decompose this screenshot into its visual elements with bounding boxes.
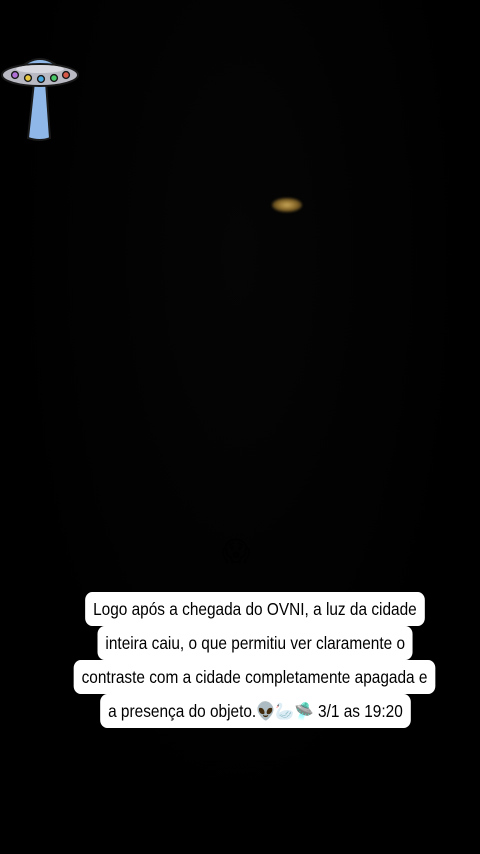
scream-emoji-icon: 😱 xyxy=(221,535,251,568)
caption-line: inteira caiu, o que permitiu ver clarame… xyxy=(97,626,413,660)
ufo-sticker-icon xyxy=(0,50,84,144)
ufo-light xyxy=(272,198,302,212)
story-caption: Logo após a chegada do OVNI, a luz da ci… xyxy=(30,592,480,728)
caption-line: Logo após a chegada do OVNI, a luz da ci… xyxy=(85,592,425,626)
caption-line: contraste com a cidade completamente apa… xyxy=(74,660,436,694)
caption-line: a presença do objeto.👽🦢🛸 3/1 as 19:20 xyxy=(99,694,411,728)
night-sky-photo: 😱 Logo após a chegada do OVNI, a luz da … xyxy=(0,0,480,854)
